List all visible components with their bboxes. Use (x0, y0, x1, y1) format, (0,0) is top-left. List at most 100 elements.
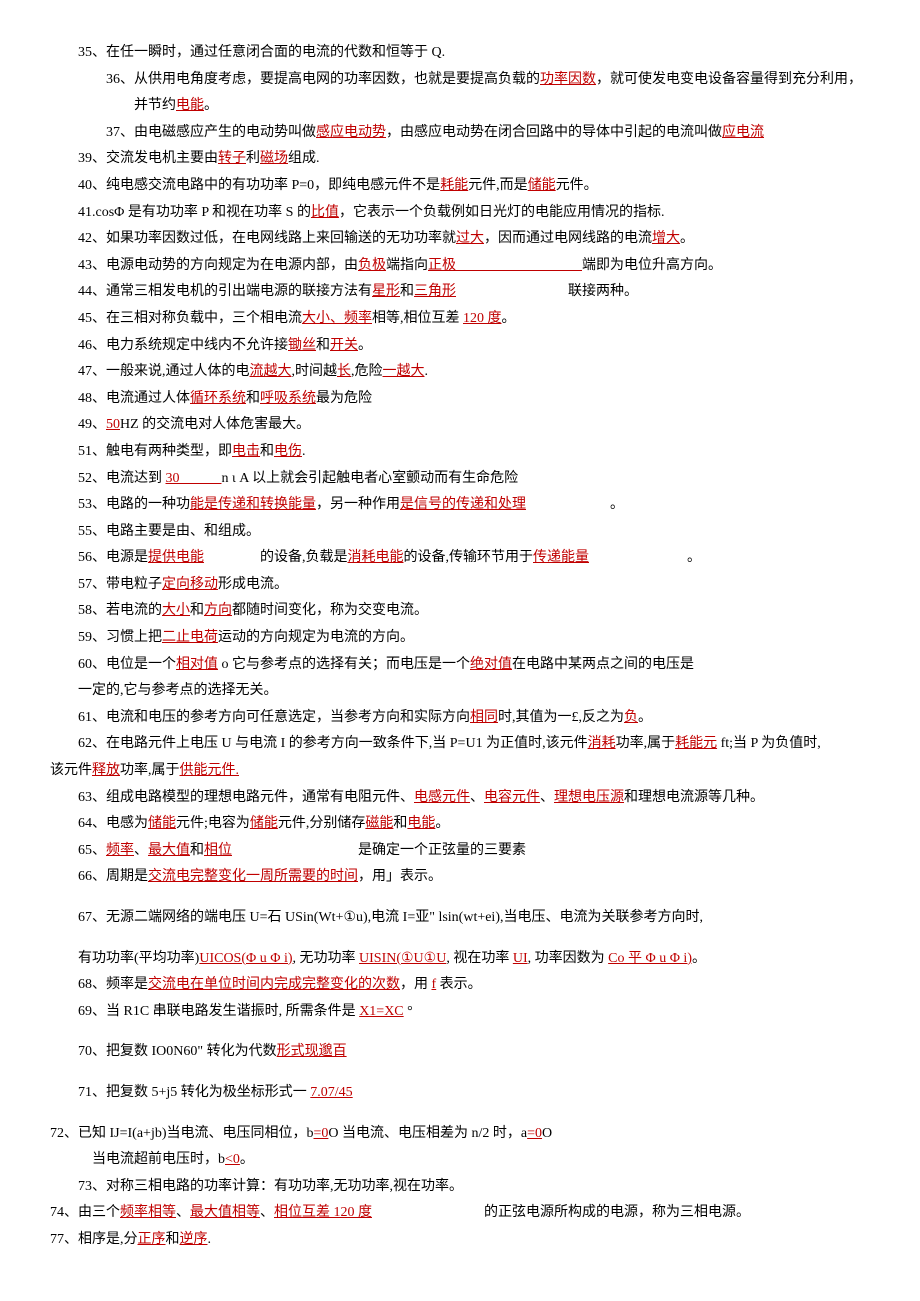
body-text: 联接两种。 (456, 284, 638, 299)
answer-text: 形式现邈百 (277, 1044, 347, 1059)
answer-text: 消耗 (588, 736, 616, 751)
answer-text: 提供电能 (148, 550, 204, 565)
answer-text: 循环系统 (190, 391, 246, 406)
body-text: 63、组成电路模型的理想电路元件，通常有电阻元件、 (78, 790, 414, 805)
text-line: 68、频率是交流电在单位时间内完成完整变化的次数，用 f 表示。 (50, 972, 870, 999)
body-text: 49、 (78, 417, 106, 432)
body-text: 71、把复数 5+j5 转化为极坐标形式一 (78, 1085, 310, 1100)
text-line: 73、对称三相电路的功率计算：有功功率,无功功率,视在功率。 (50, 1174, 870, 1201)
text-line: 一定的,它与参考点的选择无关。 (50, 678, 870, 705)
answer-text: 50 (106, 417, 120, 432)
body-text: ，用 (400, 977, 432, 992)
text-line: 有功功率(平均功率)UICOS(Φ u Φ i), 无功功率 UISIN(①U①… (50, 946, 870, 973)
answer-text: 锄丝 (288, 338, 316, 353)
text-line: 58、若电流的大小和方向都随时间变化，称为交变电流。 (50, 598, 870, 625)
text-line: 36、从供用电角度考虑，要提高电网的功率因数，也就是要提高负载的功率因数，就可使… (50, 67, 870, 94)
answer-text: 120 度 (463, 311, 502, 326)
body-text: 42、如果功率因数过低，在电网线路上来回输送的无功功率就 (78, 231, 456, 246)
body-text: 、 (470, 790, 484, 805)
answer-text: 传递能量 (533, 550, 589, 565)
body-text: 。 (526, 497, 624, 512)
text-line: 53、电路的一种功能是传递和转换能量，另一种作用是信号的传递和处理 。 (50, 492, 870, 519)
body-text: 53、电路的一种功 (78, 497, 190, 512)
answer-text: 过大 (456, 231, 484, 246)
body-text: 72、已知 IJ=I(a+jb)当电流、电压同相位，b (50, 1126, 314, 1141)
body-text: , 无功功率 (293, 951, 360, 966)
body-text: 36、从供用电角度考虑，要提高电网的功率因数，也就是要提高负载的 (106, 72, 540, 87)
body-text: 相等,相位互差 (372, 311, 463, 326)
answer-text: 储能 (250, 816, 278, 831)
answer-text: 正极 (428, 258, 582, 273)
body-text: 元件,而是 (468, 178, 528, 193)
answer-text: 感应电动势 (316, 125, 386, 140)
answer-text: 最大值相等 (190, 1205, 260, 1220)
body-text: 。 (638, 710, 652, 725)
blank-line (50, 1066, 870, 1080)
answer-text: 储能 (148, 816, 176, 831)
body-text: 。 (589, 550, 701, 565)
answer-text: UI (513, 951, 528, 966)
body-text: 和 (316, 338, 330, 353)
body-text: 58、若电流的 (78, 603, 162, 618)
body-text: ，另一种作用 (316, 497, 400, 512)
body-text: 52、电流达到 (78, 471, 166, 486)
answer-text: UICOS(Φ u Φ i) (199, 951, 292, 966)
answer-text: <0 (225, 1152, 240, 1167)
body-text: ，由感应电动势在闭合回路中的导体中引起的电流叫做 (386, 125, 722, 140)
text-line: 43、电源电动势的方向规定为在电源内部，由负极端指向正极 端即为电位升高方向。 (50, 253, 870, 280)
body-text: ,危险 (351, 364, 383, 379)
answer-text: UISIN(①U①U (359, 951, 446, 966)
answer-text: 比值 (311, 205, 339, 220)
answer-text: 星形 (372, 284, 400, 299)
body-text: 64、电感为 (78, 816, 148, 831)
text-line: 48、电流通过人体循环系统和呼吸系统最为危险 (50, 386, 870, 413)
text-line: 63、组成电路模型的理想电路元件，通常有电阻元件、电感元件、电容元件、理想电压源… (50, 785, 870, 812)
answer-text: 相位互差 120 度 (274, 1205, 372, 1220)
text-line: 56、电源是提供电能 的设备,负载是消耗电能的设备,传输环节用于传递能量 。 (50, 545, 870, 572)
body-text: 的设备,负载是 (204, 550, 348, 565)
answer-text: 耗能 (440, 178, 468, 193)
body-text: ，因而通过电网线路的电流 (484, 231, 652, 246)
body-text: 表示。 (436, 977, 482, 992)
body-text: 37、由电磁感应产生的电动势叫做 (106, 125, 316, 140)
body-text: 47、一般来说,通过人体的电 (78, 364, 250, 379)
text-line: 46、电力系统规定中线内不允许接锄丝和开关。 (50, 333, 870, 360)
text-line: 52、电流达到 30 n ι A 以上就会引起触电者心室颤动而有生命危险 (50, 466, 870, 493)
body-text: 39、交流发电机主要由 (78, 151, 218, 166)
text-line: 64、电感为储能元件;电容为储能元件,分别储存磁能和电能。 (50, 811, 870, 838)
text-line: 59、习惯上把二止电荷运动的方向规定为电流的方向。 (50, 625, 870, 652)
answer-text: 最大值 (148, 843, 190, 858)
body-text: ，它表示一个负载例如日光灯的电能应用情况的指标. (339, 205, 665, 220)
answer-text: 大小、频率 (302, 311, 372, 326)
body-text: 有功功率(平均功率) (78, 951, 199, 966)
body-text: 的设备,传输环节用于 (404, 550, 534, 565)
body-text: 56、电源是 (78, 550, 148, 565)
text-line: 60、电位是一个相对值 o 它与参考点的选择有关；而电压是一个绝对值在电路中某两… (50, 652, 870, 679)
text-line: 44、通常三相发电机的引出端电源的联接方法有星形和三角形 联接两种。 (50, 279, 870, 306)
answer-text: 二止电荷 (162, 630, 218, 645)
body-text: 并节约 (106, 98, 176, 113)
answer-text: 理想电压源 (554, 790, 624, 805)
body-text: 41.cosΦ 是有功功率 P 和视在功率 S 的 (78, 205, 311, 220)
body-text: 48、电流通过人体 (78, 391, 190, 406)
body-text: 40、纯电感交流电路中的有功功率 P=0，即纯电感元件不是 (78, 178, 440, 193)
document-body: 35、在任一瞬时，通过任意闭合面的电流的代数和恒等于 Q.36、从供用电角度考虑… (50, 40, 870, 1254)
body-text: . (208, 1232, 212, 1247)
body-text: 和理想电流源等几种。 (624, 790, 764, 805)
body-text: ，用」表示。 (358, 869, 442, 884)
text-line: 37、由电磁感应产生的电动势叫做感应电动势，由感应电动势在闭合回路中的导体中引起… (50, 120, 870, 147)
answer-text: 供能元件. (180, 763, 240, 778)
blank-line (50, 932, 870, 946)
text-line: 41.cosΦ 是有功功率 P 和视在功率 S 的比值，它表示一个负载例如日光灯… (50, 200, 870, 227)
body-text: 和 (166, 1232, 180, 1247)
answer-text: 磁能 (365, 816, 393, 831)
body-text: 一定的,它与参考点的选择无关。 (78, 683, 278, 698)
answer-text: 正序 (138, 1232, 166, 1247)
body-text: 功率,属于 (120, 763, 180, 778)
body-text: 。 (204, 98, 218, 113)
answer-text: 应电流 (722, 125, 764, 140)
text-line: 61、电流和电压的参考方向可任意选定，当参考方向和实际方向相同时,其值为一£,反… (50, 705, 870, 732)
text-line: 该元件释放功率,属于供能元件. (50, 758, 870, 785)
answer-text: 增大 (652, 231, 680, 246)
body-text: 端指向 (386, 258, 428, 273)
